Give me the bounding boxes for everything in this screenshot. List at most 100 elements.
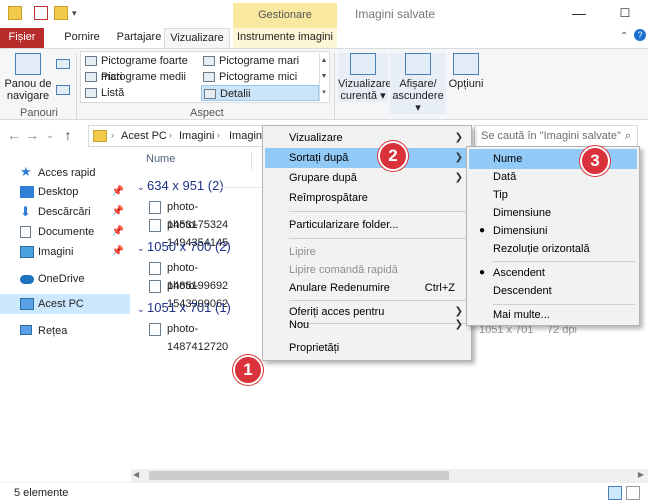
scroll-right-icon[interactable]: ▶ — [638, 470, 644, 479]
horizontal-scrollbar[interactable]: ◀ ▶ — [131, 469, 648, 482]
sort-ascending[interactable]: ● Ascendent — [469, 263, 637, 283]
nav-item-quick-access[interactable]: ★ Acces rapid — [0, 163, 130, 183]
layout-medium-icons[interactable]: Pictograme medii — [83, 69, 199, 85]
status-bar: 5 elemente — [0, 482, 648, 503]
menu-item-view[interactable]: Vizualizare ❯ — [265, 128, 469, 148]
menu-item-paste-shortcut[interactable]: Lipire comandă rapidă — [265, 260, 469, 280]
ribbon-tabs: Fișier Pornire Partajare Vizualizare Ins… — [0, 28, 648, 48]
scroll-left-icon[interactable]: ◀ — [133, 470, 139, 479]
image-file-icon — [149, 323, 161, 336]
image-file-icon — [149, 201, 161, 214]
tab-file[interactable]: Fișier — [0, 28, 44, 48]
sort-option-name[interactable]: Nume — [469, 149, 637, 169]
nav-item-documents[interactable]: Documente 📌 — [0, 222, 130, 242]
properties-icon[interactable] — [34, 6, 48, 20]
show-hide-button[interactable]: Afișare/ ascundere ▾ — [390, 53, 446, 114]
menu-item-group-by[interactable]: Grupare după ❯ — [265, 168, 469, 188]
preview-pane-icon[interactable] — [56, 59, 70, 69]
sort-option-date[interactable]: Dată — [469, 167, 637, 187]
scrollbar-thumb[interactable] — [149, 471, 449, 480]
pin-icon[interactable]: 📌 — [112, 222, 124, 242]
folder-icon — [8, 6, 22, 20]
layout-details[interactable]: Detalii — [201, 85, 319, 101]
step-badge-3: 3 — [580, 146, 610, 176]
table-row[interactable]: photo-1487412720 — [147, 320, 257, 353]
nav-item-downloads[interactable]: ⬇ Descărcări 📌 — [0, 202, 130, 222]
document-icon — [20, 226, 31, 238]
new-folder-icon[interactable] — [54, 6, 68, 20]
qat-dropdown-icon[interactable]: ▾ — [72, 6, 86, 20]
help-icon[interactable]: ? — [634, 29, 646, 41]
group-header[interactable]: ⌄ 1050 x 700 (2) — [137, 239, 231, 254]
search-input[interactable]: Se caută în "Imagini salvate" ⌕ — [474, 125, 638, 147]
layout-small-icons[interactable]: Pictograme mici — [201, 69, 319, 85]
desktop-icon — [20, 186, 34, 198]
minimize-button[interactable]: — — [556, 0, 602, 28]
tab-home[interactable]: Pornire — [52, 28, 112, 48]
nav-item-this-pc[interactable]: Acest PC — [0, 294, 130, 314]
gallery-scroll-icon[interactable]: ▲ ▼ ▾ — [319, 53, 328, 101]
navigation-pane-button[interactable]: Panou de navigare — [4, 53, 52, 102]
details-pane-icon[interactable] — [56, 85, 70, 95]
menu-item-sort-by[interactable]: Sortați după ❯ — [265, 148, 469, 168]
tab-picture-tools[interactable]: Instrumente imagini — [233, 28, 337, 48]
details-view-icon[interactable] — [608, 486, 622, 500]
menu-item-paste[interactable]: Lipire — [265, 242, 469, 262]
nav-item-network[interactable]: Rețea — [0, 321, 130, 341]
breadcrumb-saved-pictures[interactable]: Imagin — [229, 130, 262, 142]
maximize-button[interactable]: ☐ — [602, 0, 648, 28]
sort-option-type[interactable]: Tip — [469, 185, 637, 205]
layout-group-label: Aspect — [190, 107, 224, 119]
menu-item-customize-folder[interactable]: Particularizare folder... — [265, 215, 469, 235]
tab-share[interactable]: Partajare — [112, 28, 166, 48]
tab-view[interactable]: Vizualizare — [164, 28, 230, 48]
options-icon — [453, 53, 479, 75]
sort-option-dimensions[interactable]: ● Dimensiuni — [469, 221, 637, 241]
forward-icon[interactable]: → — [24, 126, 40, 144]
up-icon[interactable]: ↑ — [60, 126, 76, 144]
pictures-icon — [20, 246, 34, 258]
breadcrumb-pictures[interactable]: Imagini — [179, 130, 214, 142]
column-header-name[interactable]: Nume — [146, 153, 175, 165]
pin-icon[interactable]: 📌 — [112, 182, 124, 202]
nav-item-onedrive[interactable]: OneDrive — [0, 269, 130, 289]
navigation-pane: ★ Acces rapid Desktop 📌 ⬇ Descărcări 📌 D… — [0, 151, 130, 481]
nav-item-pictures[interactable]: Imagini 📌 — [0, 242, 130, 262]
menu-item-undo-rename[interactable]: Anulare Redenumire Ctrl+Z — [265, 278, 469, 298]
back-icon[interactable]: ← — [6, 126, 22, 144]
breadcrumb-this-pc[interactable]: Acest PC — [121, 130, 167, 142]
pin-icon[interactable]: 📌 — [112, 242, 124, 262]
group-collapse-icon: ⌄ — [137, 243, 148, 253]
menu-item-new[interactable]: Nou ❯ — [265, 315, 469, 335]
thumbnail-view-icon[interactable] — [626, 486, 640, 500]
image-file-icon — [149, 280, 161, 293]
pin-icon[interactable]: 📌 — [112, 202, 124, 222]
sort-descending[interactable]: Descendent — [469, 281, 637, 301]
ribbon-collapse-icon[interactable]: ⌃ — [620, 31, 628, 42]
table-row[interactable]: photo-1494354145 — [147, 216, 257, 249]
group-header[interactable]: ⌄ 1051 x 701 (1) — [137, 300, 231, 315]
sort-option-size[interactable]: Dimensiune — [469, 203, 637, 223]
network-icon — [20, 325, 32, 335]
current-view-button[interactable]: Vizualizare curentă ▾ — [338, 53, 392, 102]
address-bar[interactable]: › Acest PC › Imagini › Imagin — [88, 125, 263, 147]
group-header[interactable]: ⌄ 634 x 951 (2) — [137, 178, 224, 193]
table-row[interactable]: photo-1485199692 — [147, 259, 257, 292]
menu-item-properties[interactable]: Proprietăți — [265, 338, 469, 358]
table-row[interactable]: photo-1543909062 — [147, 277, 257, 310]
layout-list[interactable]: Listă — [83, 85, 199, 101]
large-icons-icon — [203, 56, 215, 66]
nav-item-desktop[interactable]: Desktop 📌 — [0, 182, 130, 202]
table-row[interactable]: photo-1453175324 — [147, 198, 257, 231]
layout-large-icons[interactable]: Pictograme mari — [201, 53, 319, 69]
layout-extra-large-icons[interactable]: Pictograme foarte mari — [83, 53, 199, 83]
sort-option-horizontal-resolution[interactable]: Rezoluție orizontală — [469, 239, 637, 259]
sort-more-options[interactable]: Mai multe... — [469, 305, 637, 325]
options-button[interactable]: Opțiuni — [448, 53, 484, 90]
computer-icon — [20, 298, 34, 310]
menu-item-refresh[interactable]: Reîmprospătare — [265, 188, 469, 208]
large-icons-icon — [85, 56, 97, 66]
search-icon[interactable]: ⌕ — [625, 126, 631, 146]
image-file-icon — [149, 219, 161, 232]
recent-dropdown-icon[interactable]: ⌄ — [42, 126, 58, 144]
